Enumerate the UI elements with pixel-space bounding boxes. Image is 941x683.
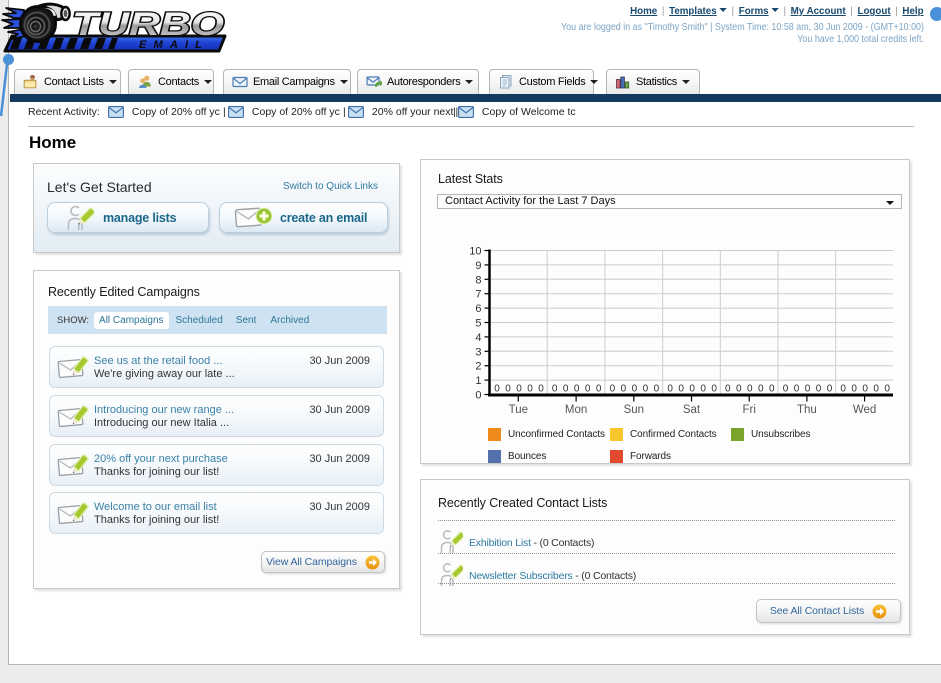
svg-text:0: 0	[783, 384, 789, 395]
svg-text:2: 2	[475, 361, 481, 373]
svg-text:0: 0	[873, 384, 879, 395]
svg-text:5: 5	[475, 318, 481, 330]
svg-text:0: 0	[516, 384, 522, 395]
svg-text:0: 0	[643, 384, 649, 395]
svg-text:0: 0	[505, 384, 511, 395]
svg-text:0: 0	[851, 384, 857, 395]
svg-text:Wed: Wed	[853, 404, 876, 416]
svg-text:0: 0	[610, 384, 616, 395]
svg-text:0: 0	[794, 384, 800, 395]
svg-text:0: 0	[827, 384, 833, 395]
svg-text:0: 0	[700, 384, 706, 395]
svg-text:4: 4	[475, 332, 481, 344]
svg-text:0: 0	[689, 384, 695, 395]
svg-text:Tue: Tue	[509, 404, 528, 416]
svg-text:8: 8	[475, 274, 481, 286]
svg-text:0: 0	[563, 384, 569, 395]
svg-text:1: 1	[475, 375, 481, 387]
svg-text:0: 0	[494, 384, 500, 395]
svg-text:0: 0	[758, 384, 764, 395]
svg-text:0: 0	[805, 384, 811, 395]
svg-text:0: 0	[621, 384, 627, 395]
svg-text:9: 9	[475, 260, 481, 272]
svg-text:0: 0	[632, 384, 638, 395]
svg-text:0: 0	[552, 384, 558, 395]
svg-text:0: 0	[736, 384, 742, 395]
svg-text:0: 0	[816, 384, 822, 395]
svg-text:0: 0	[769, 384, 775, 395]
svg-text:0: 0	[840, 384, 846, 395]
svg-text:Fri: Fri	[742, 404, 755, 416]
svg-text:0: 0	[711, 384, 717, 395]
svg-text:0: 0	[596, 384, 602, 395]
svg-text:0: 0	[884, 384, 890, 395]
svg-text:10: 10	[469, 246, 481, 258]
svg-text:3: 3	[475, 346, 481, 358]
svg-text:Mon: Mon	[565, 404, 587, 416]
svg-text:0: 0	[585, 384, 591, 395]
svg-text:6: 6	[475, 303, 481, 315]
svg-text:0: 0	[654, 384, 660, 395]
svg-text:0: 0	[678, 384, 684, 395]
svg-text:0: 0	[574, 384, 580, 395]
svg-text:Sat: Sat	[683, 404, 701, 416]
svg-text:0: 0	[667, 384, 673, 395]
svg-text:0: 0	[725, 384, 731, 395]
svg-text:0: 0	[527, 384, 533, 395]
svg-text:0: 0	[862, 384, 868, 395]
svg-text:Sun: Sun	[624, 404, 644, 416]
svg-text:0: 0	[475, 390, 481, 402]
svg-text:Thu: Thu	[797, 404, 817, 416]
svg-text:TURBO: TURBO	[72, 6, 224, 42]
svg-text:0: 0	[747, 384, 753, 395]
svg-text:7: 7	[475, 289, 481, 301]
svg-text:0: 0	[538, 384, 544, 395]
